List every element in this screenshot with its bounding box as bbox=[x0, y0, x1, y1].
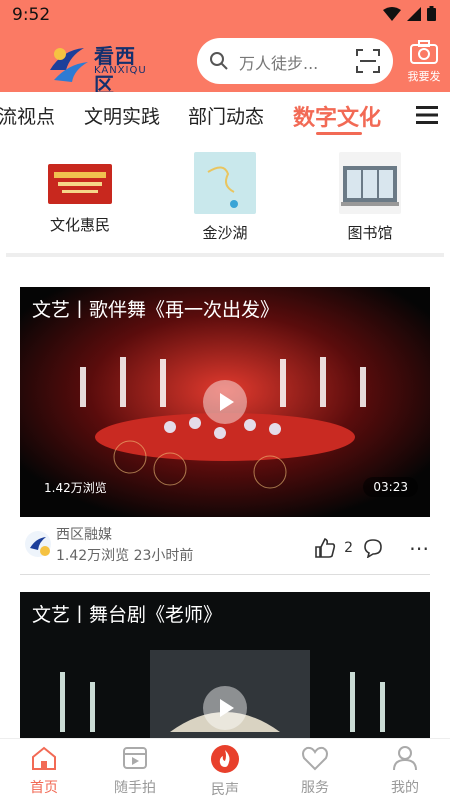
play-button[interactable] bbox=[203, 686, 247, 730]
logo-subtitle: KANXIQU bbox=[94, 65, 147, 76]
signal-icon bbox=[407, 6, 421, 21]
shortcut-label: 文化惠民 bbox=[49, 216, 110, 234]
post-info: 1.42万浏览 23小时前 bbox=[56, 548, 194, 564]
like-count: 2 bbox=[344, 540, 353, 556]
battery-icon bbox=[427, 6, 436, 21]
camera-icon bbox=[410, 40, 438, 64]
nav-label: 我的 bbox=[391, 780, 419, 796]
shortcut-culture[interactable]: 文化惠民 bbox=[30, 152, 130, 235]
nav-service[interactable]: 服务 bbox=[285, 745, 345, 797]
nav-label: 服务 bbox=[301, 780, 329, 796]
video-duration: 03:23 bbox=[363, 477, 418, 497]
video-thumbnail[interactable]: 文艺丨舞台剧《老师》 bbox=[20, 592, 430, 738]
play-button[interactable] bbox=[203, 380, 247, 424]
tab-wenming-shijian[interactable]: 文明实践 bbox=[84, 102, 160, 129]
search-icon bbox=[210, 52, 228, 70]
status-icons bbox=[383, 6, 436, 21]
scan-icon[interactable] bbox=[355, 48, 381, 74]
search-box[interactable]: 万人徒步... bbox=[197, 38, 393, 84]
logo-mark-icon bbox=[50, 48, 88, 82]
video-clip-icon bbox=[123, 747, 147, 769]
wifi-icon bbox=[383, 6, 401, 21]
bottom-navigation: 首页 随手拍 民声 服务 我的 bbox=[0, 738, 450, 801]
card-meta: 西区融媒 1.42万浏览 23小时前 2 ⋯ bbox=[20, 520, 430, 572]
like-icon[interactable] bbox=[314, 537, 336, 559]
comment-icon[interactable] bbox=[363, 538, 383, 558]
status-time: 9:52 bbox=[12, 5, 51, 25]
shortcut-label: 图书馆 bbox=[347, 224, 393, 242]
video-title: 文艺丨舞台剧《老师》 bbox=[32, 604, 223, 626]
video-title: 文艺丨歌伴舞《再一次出发》 bbox=[32, 299, 280, 321]
nav-voice[interactable]: 民声 bbox=[195, 745, 255, 799]
play-icon bbox=[220, 393, 234, 411]
nav-label: 随手拍 bbox=[114, 780, 156, 796]
section-divider bbox=[6, 253, 444, 257]
nav-home[interactable]: 首页 bbox=[14, 745, 74, 797]
app-logo[interactable]: 看西区 KANXIQU bbox=[44, 40, 154, 97]
shortcut-library[interactable]: 图书馆 bbox=[320, 152, 420, 243]
tab-shuzi-wenhua[interactable]: 数字文化 bbox=[293, 100, 381, 132]
flame-icon bbox=[211, 745, 239, 773]
menu-icon[interactable] bbox=[416, 106, 438, 124]
active-tab-indicator bbox=[316, 132, 362, 135]
more-options-icon[interactable]: ⋯ bbox=[409, 536, 430, 560]
video-thumbnail[interactable]: 文艺丨歌伴舞《再一次出发》 1.42万浏览 03:23 bbox=[20, 287, 430, 517]
user-icon bbox=[393, 746, 417, 771]
nav-snapshot[interactable]: 随手拍 bbox=[105, 745, 165, 797]
tab-liushidian[interactable]: 流视点 bbox=[0, 102, 55, 129]
jinsha-lake-thumb bbox=[194, 152, 256, 214]
shortcut-label: 金沙湖 bbox=[202, 224, 248, 242]
card-actions: 2 ⋯ bbox=[314, 536, 430, 560]
status-bar: 9:52 bbox=[0, 0, 450, 30]
nav-profile[interactable]: 我的 bbox=[375, 745, 435, 797]
category-tabs: 流视点 文明实践 部门动态 数字文化 bbox=[0, 92, 450, 138]
culture-banner-thumb bbox=[48, 164, 112, 204]
publish-button[interactable]: 我要发 bbox=[402, 40, 446, 84]
nav-label: 首页 bbox=[30, 780, 58, 796]
play-icon bbox=[220, 699, 234, 717]
tab-bumen-dongtai[interactable]: 部门动态 bbox=[188, 102, 264, 129]
app-header: 9:52 看西区 KANXIQU 万人徒步... 我要发 bbox=[0, 0, 450, 97]
shortcut-grid: 文化惠民 金沙湖 图书馆 bbox=[0, 140, 450, 252]
nav-label: 民声 bbox=[211, 782, 239, 798]
home-icon bbox=[32, 746, 56, 770]
card-separator bbox=[20, 574, 430, 575]
shortcut-jinsha-lake[interactable]: 金沙湖 bbox=[175, 152, 275, 243]
library-thumb bbox=[339, 152, 401, 214]
source-name[interactable]: 西区融媒 bbox=[56, 524, 112, 544]
search-input[interactable]: 万人徒步... bbox=[239, 50, 318, 74]
publish-label: 我要发 bbox=[407, 70, 441, 83]
video-views-overlay: 1.42万浏览 bbox=[44, 481, 107, 495]
source-avatar[interactable] bbox=[24, 530, 52, 558]
heart-icon bbox=[302, 746, 328, 771]
